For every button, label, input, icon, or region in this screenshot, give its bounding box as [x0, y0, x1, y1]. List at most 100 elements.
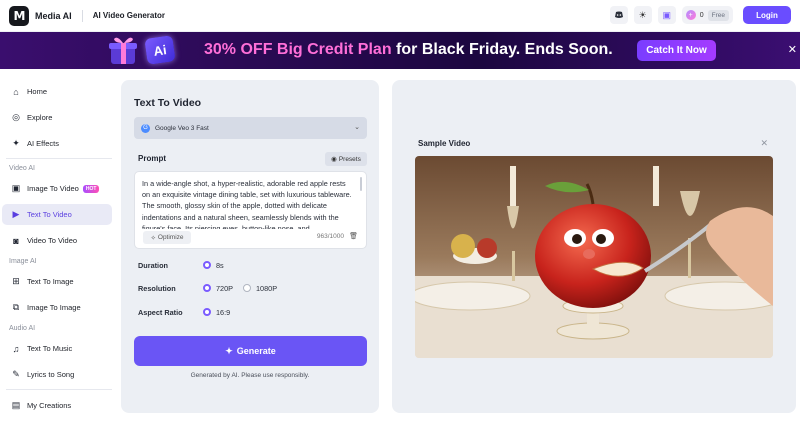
sidebar-item-text-to-image[interactable]: ⊞ Text To Image	[2, 271, 112, 292]
optimize-label: Optimize	[157, 234, 184, 241]
gift-box-icon	[109, 37, 137, 64]
credit-coin-icon: +	[685, 10, 696, 20]
sample-title: Sample Video	[418, 139, 471, 148]
sidebar-item-label: Text To Image	[27, 277, 74, 286]
prompt-textarea[interactable]: In a wide-angle shot, a hyper-realistic,…	[134, 171, 367, 249]
creations-icon: ▤	[11, 400, 21, 410]
duration-value: 8s	[216, 261, 224, 270]
brand-logo[interactable]: M	[9, 5, 29, 26]
page-title: Text To Video	[134, 97, 202, 109]
ai-badge-icon: Ai	[144, 35, 176, 65]
sparkle-icon: ✦	[12, 138, 20, 148]
prompt-label: Prompt	[138, 154, 166, 163]
banner-rest: for Black Friday. Ends Soon.	[396, 41, 613, 58]
aspect-ratio-radio[interactable]	[203, 308, 211, 316]
sidebar-item-label: Video To Video	[27, 236, 78, 245]
close-icon[interactable]: ✕	[760, 138, 768, 149]
credits-pill[interactable]: + 0 Free	[681, 6, 733, 24]
header-actions: ☀ ▣ + 0 Free Login	[609, 6, 791, 24]
discord-icon[interactable]	[609, 6, 628, 24]
sidebar-item-label: AI Effects	[27, 139, 59, 148]
google-icon: G	[141, 123, 150, 133]
sidebar-divider	[6, 158, 112, 159]
image-image-icon: ⧉	[12, 302, 20, 312]
sidebar-item-image-to-image[interactable]: ⧉ Image To Image	[2, 297, 112, 318]
resolution-720p-radio[interactable]	[203, 284, 211, 292]
brand-name: Media AI	[35, 10, 72, 21]
resolution-1080p-label: 1080P	[256, 284, 278, 293]
generate-button[interactable]: ✦ Generate	[134, 336, 367, 366]
resolution-label: Resolution	[138, 284, 176, 293]
sample-panel: Sample Video ✕	[392, 80, 796, 413]
generator-panel: Text To Video G Google Veo 3 Fast ⌄ Prom…	[121, 80, 379, 413]
music-icon: ♫	[12, 343, 20, 354]
sidebar-item-video-to-video[interactable]: ◙ Video To Video	[2, 230, 112, 251]
sidebar-group-image: Image AI	[9, 258, 37, 265]
sidebar-item-label: Text To Music	[27, 344, 73, 353]
sidebar-item-label: Image To Video	[27, 184, 79, 193]
sidebar-item-home[interactable]: ⌂ Home	[2, 81, 112, 102]
prompt-text[interactable]: In a wide-angle shot, a hyper-realistic,…	[142, 178, 354, 229]
text-video-icon: ▶	[12, 209, 20, 219]
char-count: 963/1000	[316, 233, 344, 240]
bulb-icon: ◉	[331, 156, 337, 163]
model-select[interactable]: G Google Veo 3 Fast ⌄	[134, 117, 367, 139]
magic-wand-icon: ✧	[150, 234, 156, 242]
promo-banner[interactable]: Ai 30% OFF Big Credit Plan for Black Fri…	[0, 32, 800, 69]
aspect-ratio-label: Aspect Ratio	[138, 308, 183, 317]
banner-cta-button[interactable]: Catch It Now	[637, 40, 716, 61]
gift-icon[interactable]: ▣	[657, 6, 676, 24]
sidebar-item-label: Image To Image	[27, 303, 81, 312]
sidebar-item-label: My Creations	[27, 401, 72, 410]
aspect-ratio-value: 16:9	[216, 308, 231, 317]
top-bar: M Media AI AI Video Generator ☀ ▣ + 0 Fr…	[0, 0, 800, 32]
sidebar-item-label: Lyrics to Song	[27, 370, 75, 379]
sample-video-frame	[415, 156, 773, 358]
sidebar-item-label: Explore	[27, 113, 53, 122]
sidebar-item-my-creations[interactable]: ▤ My Creations	[2, 395, 112, 416]
login-button[interactable]: Login	[743, 6, 791, 24]
image-video-icon: ▣	[11, 183, 21, 193]
sidebar-item-explore[interactable]: ◎ Explore	[2, 107, 112, 128]
sidebar-group-video: Video AI	[9, 165, 35, 172]
close-icon[interactable]: ✕	[788, 43, 797, 56]
generate-label: Generate	[236, 346, 276, 356]
sidebar-item-lyrics-to-song[interactable]: ✎ Lyrics to Song	[2, 364, 112, 385]
hot-badge: HOT	[82, 184, 100, 193]
sidebar-item-ai-effects[interactable]: ✦ AI Effects	[2, 133, 112, 154]
sidebar-item-label: Text To Video	[27, 210, 72, 219]
explore-icon: ◎	[12, 112, 20, 122]
sample-video[interactable]	[415, 156, 773, 358]
sidebar: ⌂ Home ◎ Explore ✦ AI Effects Video AI ▣…	[0, 69, 118, 421]
presets-button[interactable]: ◉ Presets	[325, 152, 367, 166]
lyrics-icon: ✎	[12, 369, 20, 379]
trash-icon[interactable]: 🗑	[349, 232, 358, 240]
optimize-button[interactable]: ✧ Optimize	[143, 231, 191, 244]
sidebar-divider	[6, 389, 112, 390]
presets-label: Presets	[338, 155, 361, 163]
duration-radio[interactable]	[203, 261, 211, 269]
resolution-1080p-radio[interactable]	[243, 284, 251, 292]
sidebar-item-label: Home	[27, 87, 48, 96]
sidebar-group-audio: Audio AI	[9, 325, 36, 332]
credit-count: 0	[699, 11, 704, 19]
banner-headline: 30% OFF Big Credit Plan for Black Friday…	[204, 41, 613, 59]
plan-badge: Free	[707, 9, 729, 21]
section-title: AI Video Generator	[92, 11, 166, 20]
banner-highlight: 30% OFF Big Credit Plan	[204, 41, 392, 58]
text-image-icon: ⊞	[12, 276, 20, 286]
disclaimer: Generated by AI. Please use responsibly.	[190, 372, 310, 379]
prompt-scrollbar[interactable]	[360, 177, 362, 191]
home-icon: ⌂	[13, 86, 19, 97]
model-select-value: Google Veo 3 Fast	[155, 124, 209, 132]
sidebar-item-image-to-video[interactable]: ▣ Image To Video HOT	[2, 178, 112, 199]
video-video-icon: ◙	[13, 235, 19, 246]
duration-label: Duration	[138, 261, 168, 270]
sparkle-icon: ✦	[225, 345, 233, 356]
chevron-down-icon: ⌄	[354, 124, 360, 131]
resolution-720p-label: 720P	[216, 284, 234, 293]
header-divider	[81, 9, 83, 22]
sidebar-item-text-to-video[interactable]: ▶ Text To Video	[2, 204, 112, 225]
theme-sun-icon[interactable]: ☀	[633, 6, 652, 24]
sidebar-item-text-to-music[interactable]: ♫ Text To Music	[2, 338, 112, 359]
